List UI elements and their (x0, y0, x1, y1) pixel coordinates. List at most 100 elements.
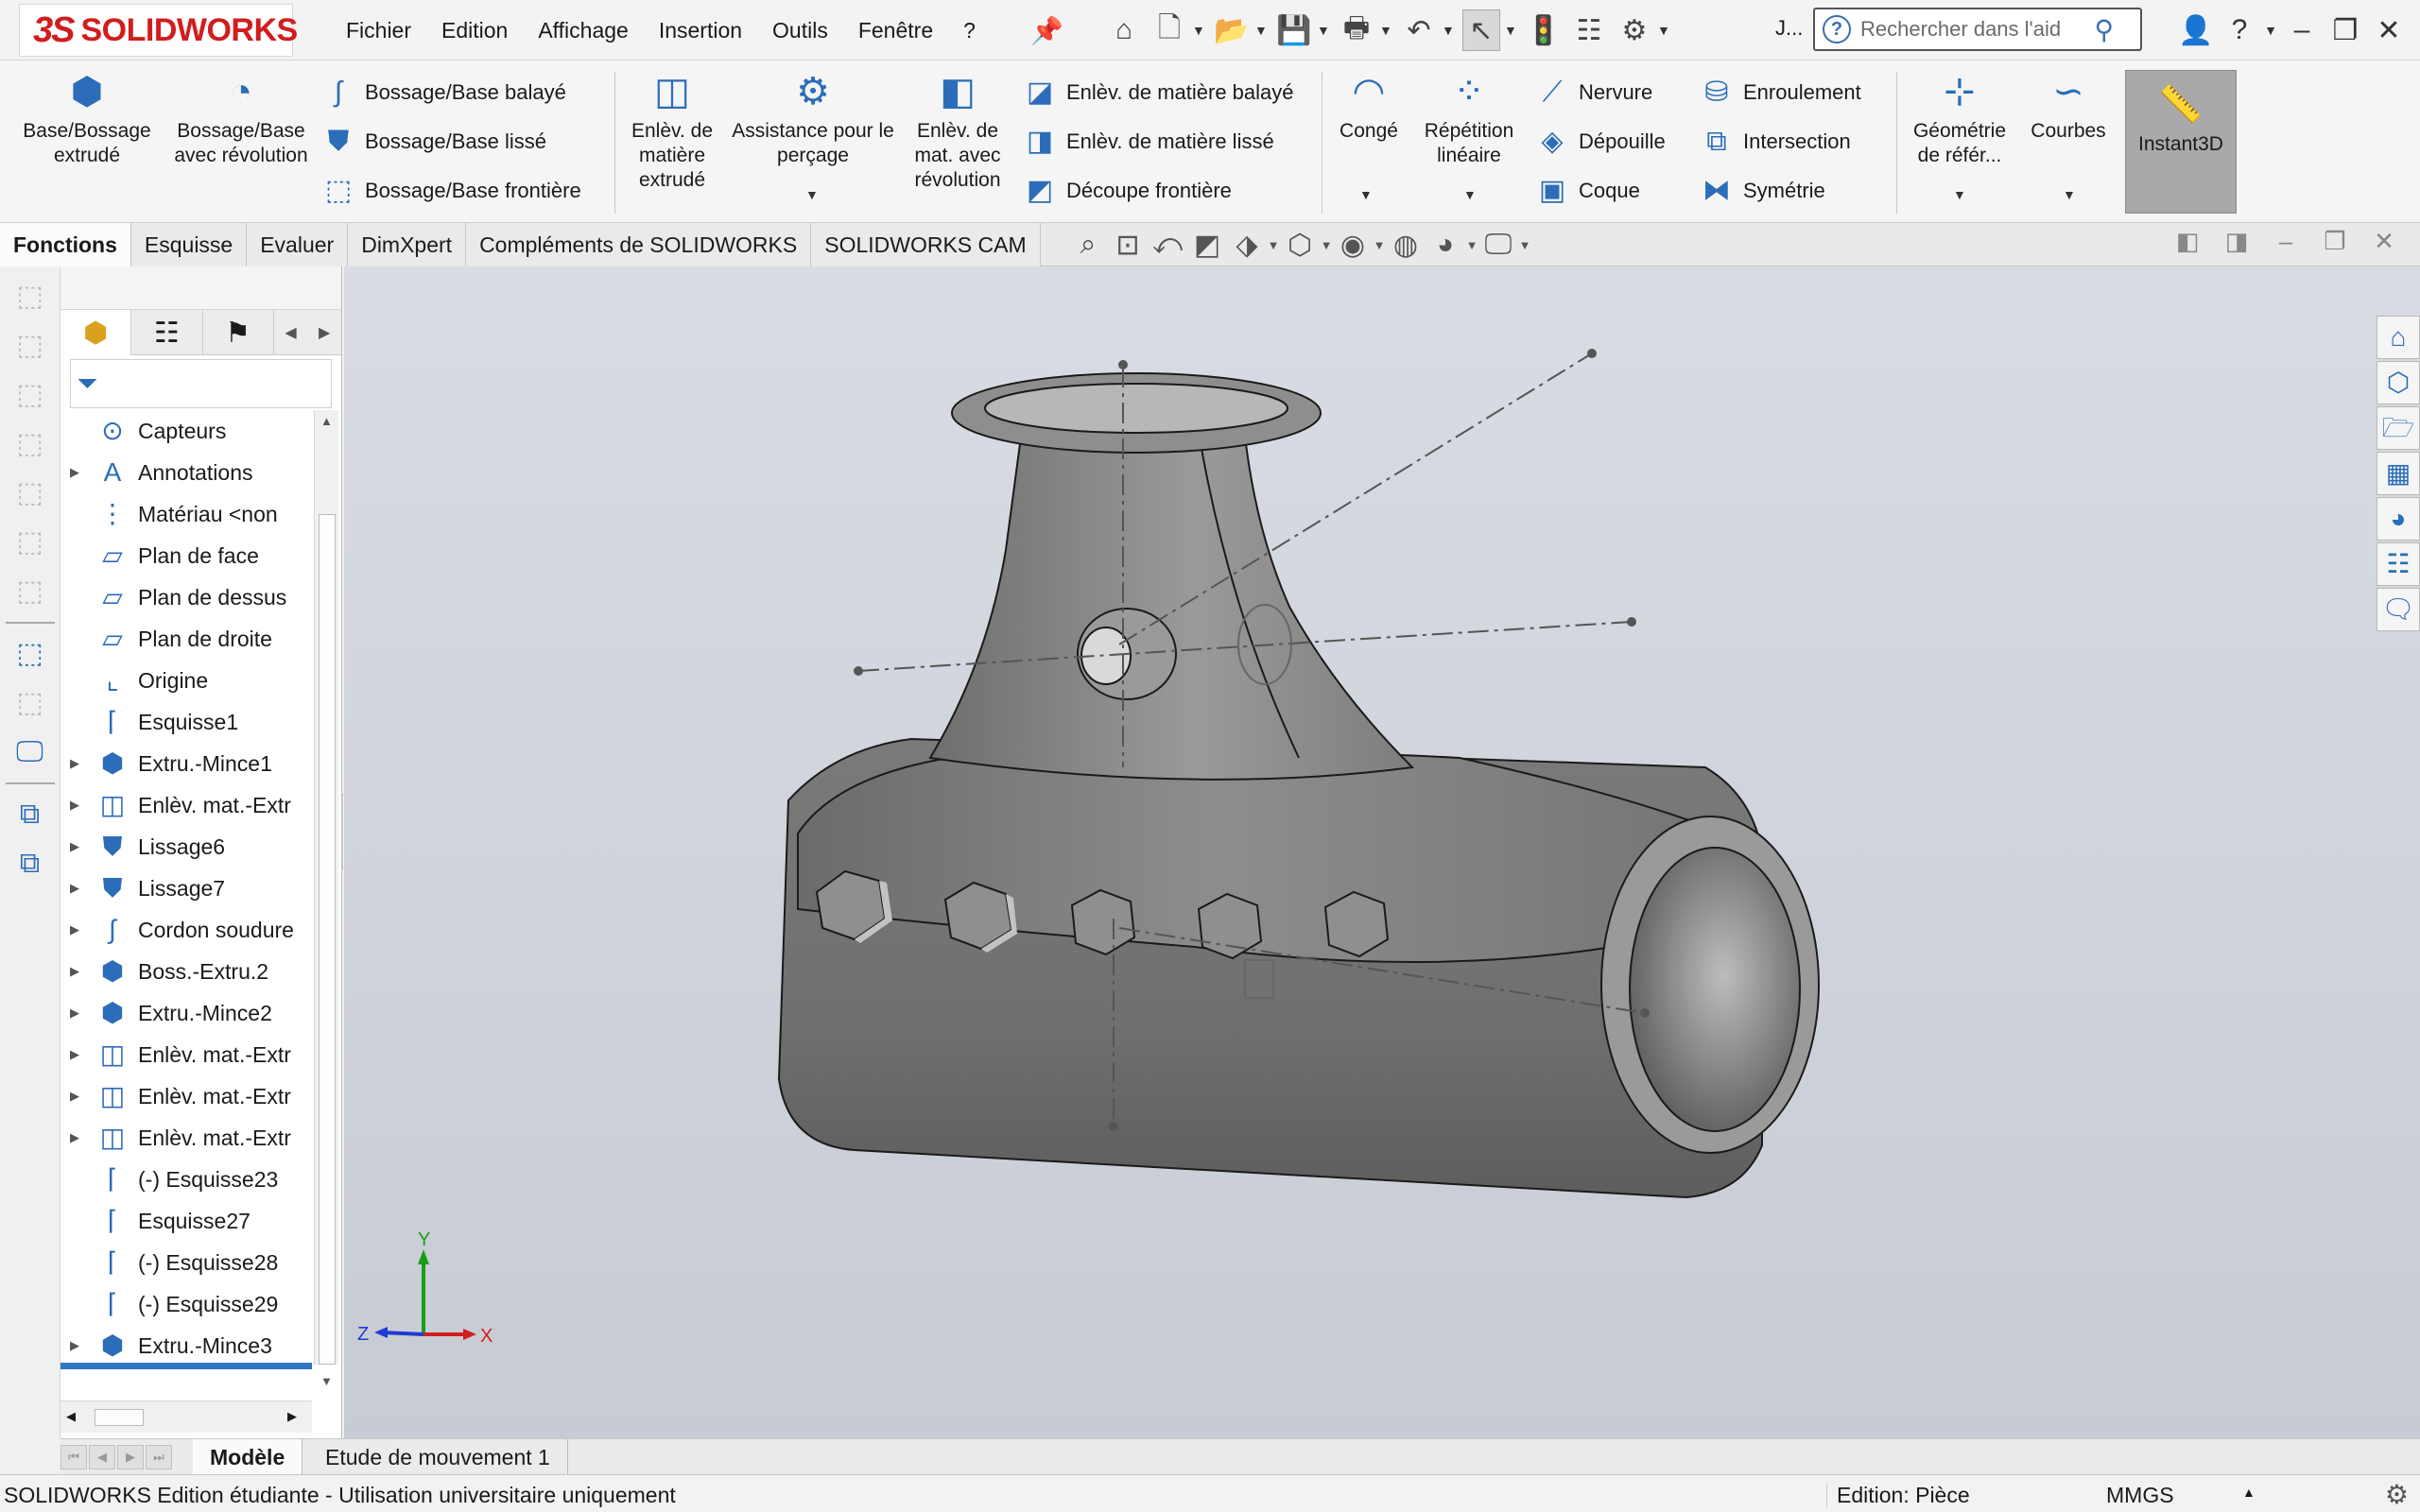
restore-icon[interactable]: ❐ (2324, 14, 2367, 47)
loft-boss-button[interactable]: ⛊ Bossage/Base lissé (320, 123, 546, 161)
open-icon[interactable]: 📂 (1213, 9, 1251, 51)
menu-insertion[interactable]: Insertion (644, 18, 757, 43)
scroll-left-icon[interactable]: ◀ (66, 1409, 76, 1424)
tree-node[interactable]: ⌈ (-) Esquisse29 (60, 1283, 312, 1325)
rebuild-traffic-light-icon[interactable]: 🚦 (1525, 9, 1563, 51)
chevron-down-icon[interactable]: ▼ (1254, 23, 1268, 38)
mirror-button[interactable]: ⧓ Symétrie (1698, 172, 1825, 210)
chevron-down-icon[interactable]: ▼ (1465, 238, 1478, 252)
expand-arrow-icon[interactable]: ▶ (60, 1338, 89, 1353)
boundary-boss-button[interactable]: ⬚ Bossage/Base frontière (320, 172, 581, 210)
expand-arrow-icon[interactable]: ▶ (60, 1047, 89, 1062)
menu-fichier[interactable]: Fichier (331, 18, 426, 43)
expand-arrow-icon[interactable]: ▶ (60, 756, 89, 771)
chevron-down-icon[interactable]: ▼ (1379, 23, 1392, 38)
view-settings-icon[interactable]: 🖵 (1478, 229, 1518, 261)
tree-node[interactable]: ▶ A Annotations (60, 452, 312, 493)
pin-icon[interactable]: 📌 (1030, 15, 1063, 45)
tree-node[interactable]: ▶ ◫ Enlèv. mat.-Extr (60, 1034, 312, 1075)
chevron-up-icon[interactable]: ▲ (2242, 1485, 2256, 1500)
boundary-cut-button[interactable]: ◩ Découpe frontière (1021, 172, 1232, 210)
wrap-button[interactable]: ⛁ Enroulement (1698, 74, 1860, 112)
restore-icon[interactable]: ❐ (2310, 227, 2360, 256)
chevron-down-icon[interactable]: ▼ (1320, 238, 1333, 252)
tree-node[interactable]: ▶ ⬢ Extru.-Mince3 (60, 1325, 312, 1366)
scroll-right-icon[interactable]: ▶ (287, 1409, 297, 1424)
save-icon[interactable]: 💾 (1275, 9, 1313, 51)
file-properties-icon[interactable]: ☷ (1570, 9, 1608, 51)
3d-part-model[interactable]: Y X Z (344, 266, 2420, 1438)
minimize-icon[interactable]: – (2261, 227, 2310, 256)
user-name[interactable]: J... (1775, 16, 1803, 41)
layer-tool-icon[interactable]: ⧉ (11, 796, 49, 833)
curves-button[interactable]: ∽ Courbes (2021, 70, 2116, 144)
previous-view-icon[interactable]: ⤺ (1148, 229, 1187, 261)
section-view-icon[interactable]: ◩ (1187, 229, 1227, 262)
tree-horizontal-scrollbar[interactable]: ◀ ▶ (60, 1400, 312, 1433)
expand-arrow-icon[interactable]: ▶ (60, 465, 89, 480)
chevron-down-icon[interactable]: ▼ (1192, 23, 1205, 38)
tab-fonctions[interactable]: Fonctions (0, 223, 131, 266)
panel-right-icon[interactable]: ◨ (2212, 227, 2261, 256)
menu-edition[interactable]: Edition (426, 18, 523, 43)
feature-tool-icon[interactable]: ⬚ (11, 376, 49, 414)
tab-motion-study[interactable]: Etude de mouvement 1 (308, 1439, 568, 1475)
rebuild-status-icon[interactable]: ⚙ (2385, 1479, 2409, 1510)
revolve-cut-button[interactable]: ◧ Enlèv. de mat. avec révolution (904, 70, 1011, 193)
display-style-icon[interactable]: ◉ (1333, 229, 1373, 262)
display-tool-icon[interactable]: 🖵 (11, 733, 49, 771)
close-icon[interactable]: ✕ (2360, 227, 2409, 256)
expand-arrow-icon[interactable]: ▶ (60, 1005, 89, 1021)
chevron-down-icon[interactable]: ▼ (1359, 187, 1373, 202)
prev-tab-icon[interactable]: ◀ (89, 1445, 115, 1469)
zoom-to-area-icon[interactable]: ⊡ (1108, 229, 1148, 262)
zoom-to-fit-icon[interactable]: ⌕ (1068, 229, 1108, 261)
menu-outils[interactable]: Outils (757, 18, 843, 43)
scroll-thumb[interactable] (95, 1409, 144, 1426)
sweep-cut-button[interactable]: ◪ Enlèv. de matière balayé (1021, 74, 1294, 112)
chevron-down-icon[interactable]: ▼ (1953, 187, 1966, 202)
tree-node[interactable]: ▶ ◫ Enlèv. mat.-Extr (60, 1117, 312, 1159)
chevron-down-icon[interactable]: ▼ (1317, 23, 1330, 38)
tab-modele[interactable]: Modèle (193, 1439, 303, 1475)
hole-wizard-button[interactable]: ⚙ Assistance pour le perçage (730, 70, 896, 168)
expand-arrow-icon[interactable]: ▶ (60, 1130, 89, 1145)
hide-show-items-icon[interactable]: ◍ (1386, 229, 1426, 262)
tree-node[interactable]: ▶ ∫ Cordon soudure (60, 909, 312, 951)
extrude-boss-button[interactable]: ⬢ Base/Bossage extrudé (13, 70, 161, 168)
tree-node[interactable]: ⋮ Matériau <non (60, 493, 312, 535)
appearance-icon[interactable]: ◕ (1426, 229, 1465, 261)
scroll-up-icon[interactable]: ▲ (320, 414, 333, 428)
shell-button[interactable]: ▣ Coque (1533, 172, 1640, 210)
tree-node[interactable]: ⊙ Capteurs (60, 410, 312, 452)
print-icon[interactable]: 🖶 (1338, 9, 1375, 51)
layer-tool-icon[interactable]: ⧉ (11, 845, 49, 883)
chevron-down-icon[interactable]: ▼ (1657, 23, 1670, 38)
sweep-boss-button[interactable]: ∫ Bossage/Base balayé (320, 74, 566, 112)
appearances-icon[interactable]: ◕ (2377, 497, 2420, 541)
intersect-button[interactable]: ⧉ Intersection (1698, 123, 1850, 161)
feature-tool-icon[interactable]: ⬚ (11, 573, 49, 610)
rollback-bar[interactable] (60, 1363, 312, 1369)
tab-esquisse[interactable]: Esquisse (130, 223, 248, 266)
tree-node[interactable]: ▶ ⬢ Extru.-Mince1 (60, 743, 312, 784)
dynamic-annotation-icon[interactable]: ⬗ (1227, 229, 1267, 262)
design-library-icon[interactable]: ⬡ (2377, 361, 2420, 404)
panel-left-icon[interactable]: ◧ (2163, 227, 2212, 256)
reference-geometry-button[interactable]: ⊹ Géométrie de référ... (1904, 70, 2015, 168)
view-palette-icon[interactable]: ▦ (2377, 452, 2420, 495)
tree-node[interactable]: ▶ ◫ Enlèv. mat.-Extr (60, 1075, 312, 1117)
file-explorer-icon[interactable]: 🗁 (2377, 406, 2420, 450)
tree-node[interactable]: ▱ Plan de face (60, 535, 312, 576)
expand-arrow-icon[interactable]: ▶ (60, 922, 89, 937)
view-orientation-icon[interactable]: ⬡ (1280, 229, 1320, 262)
tab-solidworks-cam[interactable]: SOLIDWORKS CAM (811, 223, 1041, 266)
select-tool-icon[interactable]: ⬚ (11, 635, 49, 673)
fillet-button[interactable]: ◠ Congé (1329, 70, 1409, 144)
linear-pattern-button[interactable]: ⁘ Répétition linéaire (1412, 70, 1526, 168)
chevron-down-icon[interactable]: ▼ (1267, 238, 1280, 252)
chevron-right-icon[interactable]: ▶ (307, 310, 341, 354)
tree-node[interactable]: ⌞ Origine (60, 660, 312, 701)
edit-tool-icon[interactable]: ⬚ (11, 684, 49, 722)
tab-evaluer[interactable]: Evaluer (247, 223, 349, 266)
